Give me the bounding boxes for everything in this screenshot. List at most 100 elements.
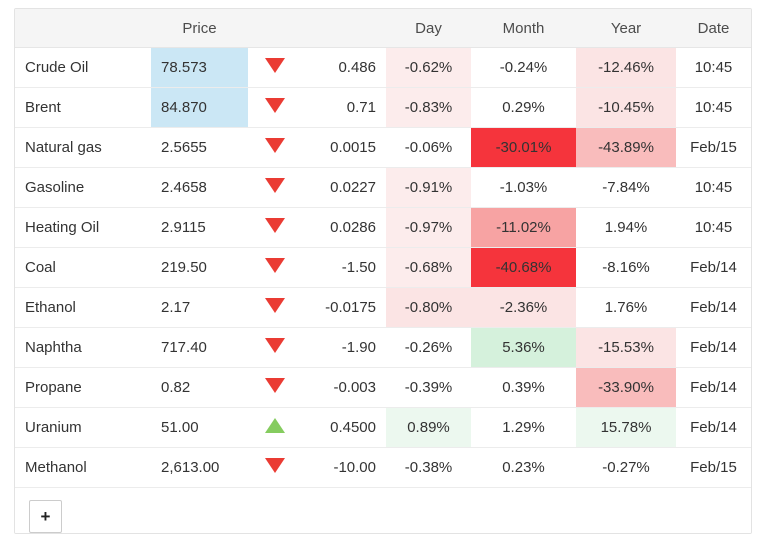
- price-value: 2,613.00: [151, 447, 248, 488]
- commodity-name: Methanol: [15, 447, 151, 488]
- day-change-value: 0.89%: [386, 407, 471, 448]
- year-change-value: -43.89%: [576, 127, 676, 168]
- year-change-value: -12.46%: [576, 47, 676, 88]
- direction-cell: [248, 247, 301, 288]
- change-value: 0.71: [301, 87, 386, 128]
- price-value: 219.50: [151, 247, 248, 288]
- triangle-down-icon: [264, 458, 285, 473]
- month-change-value: 5.36%: [471, 327, 576, 368]
- month-change-value: -2.36%: [471, 287, 576, 328]
- month-change-value: -0.24%: [471, 47, 576, 88]
- quote-date: 10:45: [676, 87, 751, 128]
- price-value: 78.573: [151, 47, 248, 88]
- table-row[interactable]: Ethanol 2.17 -0.0175 -0.80% -2.36% 1.76% Feb/1…: [15, 287, 751, 328]
- quote-date: Feb/15: [676, 447, 751, 488]
- month-change-value: 0.39%: [471, 367, 576, 408]
- day-change-value: -0.62%: [386, 47, 471, 88]
- day-change-value: -0.26%: [386, 327, 471, 368]
- month-change-value: -1.03%: [471, 167, 576, 208]
- table-row[interactable]: Propane 0.82 -0.003 -0.39% 0.39% -33.90% Feb/1…: [15, 367, 751, 408]
- table-row[interactable]: Methanol 2,613.00 -10.00 -0.38% 0.23% -0.27% F…: [15, 447, 751, 488]
- column-header-day[interactable]: Day: [386, 9, 471, 48]
- year-change-value: 15.78%: [576, 407, 676, 448]
- commodity-name: Naphtha: [15, 327, 151, 368]
- commodity-name: Crude Oil: [15, 47, 151, 88]
- direction-cell: [248, 447, 301, 488]
- price-value: 2.17: [151, 287, 248, 328]
- year-change-value: 1.94%: [576, 207, 676, 248]
- header-row: Price Day Month Year Date: [15, 9, 751, 48]
- change-value: 0.0227: [301, 167, 386, 208]
- triangle-down-icon: [264, 338, 285, 353]
- column-header-direction: [248, 9, 301, 48]
- commodity-name: Propane: [15, 367, 151, 408]
- triangle-down-icon: [264, 258, 285, 273]
- day-change-value: -0.06%: [386, 127, 471, 168]
- table-row[interactable]: Natural gas 2.5655 0.0015 -0.06% -30.01% -43.…: [15, 127, 751, 168]
- triangle-down-icon: [264, 138, 285, 153]
- column-header-date[interactable]: Date: [676, 9, 751, 48]
- table-row[interactable]: Uranium 51.00 0.4500 0.89% 1.29% 15.78% Feb/14: [15, 407, 751, 448]
- day-change-value: -0.97%: [386, 207, 471, 248]
- direction-cell: [248, 327, 301, 368]
- price-value: 717.40: [151, 327, 248, 368]
- price-value: 2.4658: [151, 167, 248, 208]
- quote-date: Feb/14: [676, 327, 751, 368]
- table-row[interactable]: Heating Oil 2.9115 0.0286 -0.97% -11.02% 1.94…: [15, 207, 751, 248]
- quote-date: 10:45: [676, 207, 751, 248]
- direction-cell: [248, 87, 301, 128]
- commodity-name: Natural gas: [15, 127, 151, 168]
- quote-date: Feb/14: [676, 367, 751, 408]
- price-value: 51.00: [151, 407, 248, 448]
- year-change-value: -7.84%: [576, 167, 676, 208]
- add-row-button[interactable]: +: [29, 500, 62, 533]
- price-value: 0.82: [151, 367, 248, 408]
- commodity-name: Ethanol: [15, 287, 151, 328]
- triangle-down-icon: [264, 298, 285, 313]
- table-header: Price Day Month Year Date: [15, 9, 751, 48]
- commodity-name: Brent: [15, 87, 151, 128]
- change-value: -0.0175: [301, 287, 386, 328]
- triangle-down-icon: [264, 58, 285, 73]
- day-change-value: -0.91%: [386, 167, 471, 208]
- table-row[interactable]: Brent 84.870 0.71 -0.83% 0.29% -10.45% 10:45: [15, 87, 751, 128]
- column-header-month[interactable]: Month: [471, 9, 576, 48]
- month-change-value: -11.02%: [471, 207, 576, 248]
- table-row[interactable]: Coal 219.50 -1.50 -0.68% -40.68% -8.16% Feb/14: [15, 247, 751, 288]
- month-change-value: 0.29%: [471, 87, 576, 128]
- month-change-value: -40.68%: [471, 247, 576, 288]
- triangle-down-icon: [264, 178, 285, 193]
- column-header-change[interactable]: [301, 9, 386, 48]
- column-header-name[interactable]: [15, 9, 151, 48]
- commodity-name: Gasoline: [15, 167, 151, 208]
- direction-cell: [248, 47, 301, 88]
- commodities-table: Price Day Month Year Date Crude Oil 78.57…: [15, 9, 751, 488]
- month-change-value: 0.23%: [471, 447, 576, 488]
- table-body: Crude Oil 78.573 0.486 -0.62% -0.24% -12.46% 1…: [15, 47, 751, 488]
- column-header-price[interactable]: Price: [151, 9, 248, 48]
- commodity-name: Coal: [15, 247, 151, 288]
- direction-cell: [248, 207, 301, 248]
- table-footer: +: [15, 488, 751, 533]
- quotes-panel: Price Day Month Year Date Crude Oil 78.57…: [14, 8, 752, 534]
- change-value: 0.0015: [301, 127, 386, 168]
- commodity-name: Heating Oil: [15, 207, 151, 248]
- commodity-name: Uranium: [15, 407, 151, 448]
- change-value: -1.50: [301, 247, 386, 288]
- table-row[interactable]: Gasoline 2.4658 0.0227 -0.91% -1.03% -7.84% 10…: [15, 167, 751, 208]
- month-change-value: -30.01%: [471, 127, 576, 168]
- year-change-value: 1.76%: [576, 287, 676, 328]
- day-change-value: -0.80%: [386, 287, 471, 328]
- triangle-down-icon: [264, 218, 285, 233]
- direction-cell: [248, 367, 301, 408]
- change-value: -0.003: [301, 367, 386, 408]
- change-value: 0.0286: [301, 207, 386, 248]
- column-header-year[interactable]: Year: [576, 9, 676, 48]
- table-row[interactable]: Crude Oil 78.573 0.486 -0.62% -0.24% -12.46% 1…: [15, 47, 751, 88]
- table-row[interactable]: Naphtha 717.40 -1.90 -0.26% 5.36% -15.53% Feb/…: [15, 327, 751, 368]
- month-change-value: 1.29%: [471, 407, 576, 448]
- day-change-value: -0.39%: [386, 367, 471, 408]
- quote-date: Feb/14: [676, 407, 751, 448]
- quote-date: 10:45: [676, 167, 751, 208]
- commodities-quotes-page: Price Day Month Year Date Crude Oil 78.57…: [0, 0, 766, 534]
